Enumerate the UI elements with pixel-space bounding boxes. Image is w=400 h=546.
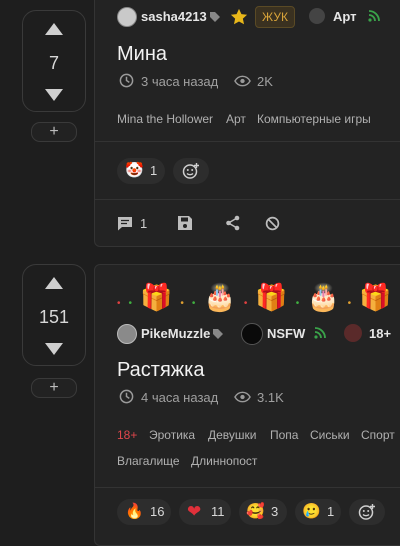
smiling-face-with-hearts-icon: 🥰 bbox=[246, 503, 265, 520]
reaction-count: 16 bbox=[150, 504, 165, 519]
tag[interactable]: Длиннопост bbox=[191, 454, 257, 468]
share-icon[interactable] bbox=[225, 215, 241, 231]
reaction-button[interactable]: 🥲 1 bbox=[295, 499, 341, 525]
tag[interactable]: Компьютерные игры bbox=[257, 112, 371, 126]
block-icon[interactable] bbox=[265, 216, 280, 231]
reaction-count: 1 bbox=[150, 163, 158, 178]
divider bbox=[95, 141, 400, 142]
post-title[interactable]: Мина bbox=[117, 43, 167, 66]
reaction-count: 11 bbox=[211, 504, 225, 519]
eye-icon bbox=[234, 391, 251, 403]
comment-icon[interactable] bbox=[117, 216, 133, 231]
clown-face-icon: 🤡 bbox=[125, 162, 144, 179]
heart-icon: ❤ bbox=[187, 502, 202, 521]
community-avatar[interactable] bbox=[241, 323, 263, 345]
downvote-button[interactable] bbox=[45, 343, 63, 355]
add-emoji-icon bbox=[182, 163, 199, 179]
avatar[interactable] bbox=[117, 324, 137, 344]
add-emoji-icon bbox=[358, 504, 375, 520]
author-name[interactable]: sasha4213 bbox=[141, 9, 207, 24]
star-icon bbox=[230, 8, 248, 25]
tag[interactable]: Попа bbox=[270, 428, 298, 442]
smiling-face-with-tear-icon: 🥲 bbox=[302, 503, 321, 520]
author-name[interactable]: PikeMuzzle bbox=[141, 326, 210, 341]
tag[interactable]: Сиськи bbox=[310, 428, 350, 442]
rss-icon[interactable] bbox=[314, 327, 326, 339]
reaction-button[interactable]: 🤡 1 bbox=[117, 158, 165, 184]
comment-count[interactable]: 1 bbox=[140, 216, 147, 231]
add-button[interactable]: + bbox=[31, 122, 77, 142]
age-badge: 18+ bbox=[369, 326, 392, 341]
tag[interactable]: Девушки bbox=[208, 428, 257, 442]
add-reaction-button[interactable] bbox=[349, 499, 385, 525]
score: 151 bbox=[38, 307, 70, 327]
tag-icon bbox=[213, 329, 223, 339]
post-time: 4 часа назад bbox=[141, 390, 219, 405]
save-icon[interactable] bbox=[177, 215, 193, 231]
divider bbox=[95, 487, 400, 488]
reaction-button[interactable]: 🔥 16 bbox=[117, 499, 171, 525]
tag[interactable]: Mina the Hollower bbox=[117, 112, 213, 126]
post-time: 3 часа назад bbox=[141, 74, 219, 89]
post-title[interactable]: Растяжка bbox=[117, 359, 204, 382]
reaction-count: 3 bbox=[271, 504, 279, 519]
reaction-count: 1 bbox=[327, 504, 335, 519]
community-name[interactable]: Арт bbox=[333, 9, 357, 24]
fire-icon: 🔥 bbox=[125, 503, 144, 520]
view-count: 2K bbox=[257, 74, 273, 89]
avatar[interactable] bbox=[117, 7, 137, 27]
post-card: ••🎁••🎂•🎁•🎂•🎁 PikeMuzzle NSFW 18+ Растяжк… bbox=[94, 264, 400, 546]
eye-icon bbox=[234, 75, 251, 87]
tag-icon bbox=[210, 12, 220, 22]
reaction-button[interactable]: 🥰 3 bbox=[239, 499, 287, 525]
community-avatar[interactable] bbox=[309, 8, 325, 24]
age-rating-icon bbox=[344, 324, 362, 342]
downvote-button[interactable] bbox=[45, 89, 63, 101]
vote-widget: 7 bbox=[22, 10, 86, 112]
divider bbox=[95, 199, 400, 200]
clock-icon bbox=[119, 73, 134, 88]
festive-banner: ••🎁••🎂•🎁•🎂•🎁 bbox=[117, 282, 400, 312]
tag[interactable]: Арт bbox=[226, 112, 246, 126]
badge: ЖУК bbox=[255, 6, 295, 28]
upvote-button[interactable] bbox=[45, 277, 63, 289]
rss-icon[interactable] bbox=[368, 10, 380, 22]
tag[interactable]: Влагалище bbox=[117, 454, 180, 468]
tag-age[interactable]: 18+ bbox=[117, 428, 137, 442]
clock-icon bbox=[119, 389, 134, 404]
add-reaction-button[interactable] bbox=[173, 158, 209, 184]
tag[interactable]: Эротика bbox=[149, 428, 195, 442]
tag[interactable]: Спорт bbox=[361, 428, 395, 442]
upvote-button[interactable] bbox=[45, 23, 63, 35]
view-count: 3.1K bbox=[257, 390, 284, 405]
post-card: sasha4213 ЖУК Арт Мина 3 часа назад 2K M… bbox=[94, 0, 400, 247]
vote-widget: 151 bbox=[22, 264, 86, 366]
reaction-button[interactable]: ❤ 11 bbox=[179, 499, 231, 525]
score: 7 bbox=[48, 53, 59, 73]
add-button[interactable]: + bbox=[31, 378, 77, 398]
community-name[interactable]: NSFW bbox=[267, 326, 305, 341]
